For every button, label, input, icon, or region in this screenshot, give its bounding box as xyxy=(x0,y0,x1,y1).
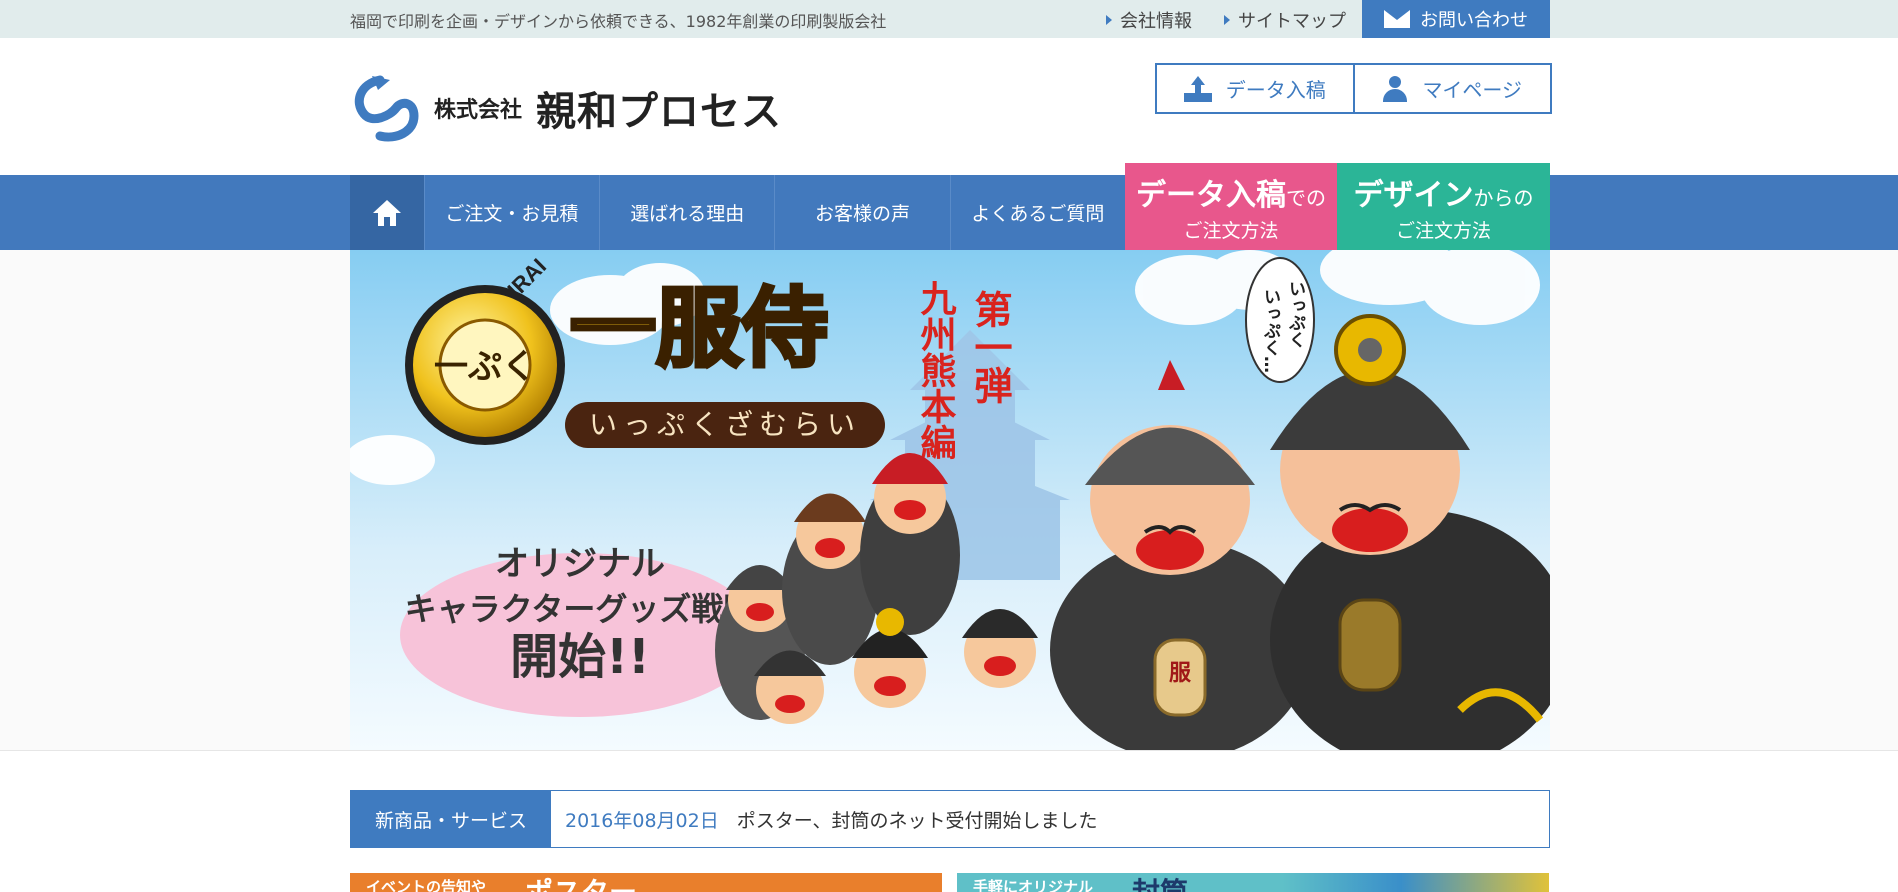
vertical-text-1: 第一弾 xyxy=(968,290,1012,404)
medallion-text: 一ぷく xyxy=(434,347,536,387)
hero-subtitle: いっぷくざむらい xyxy=(589,408,861,441)
hero-title: 一服侍 xyxy=(570,279,828,379)
user-icon xyxy=(1382,75,1408,102)
nav-item-reasons[interactable]: 選ばれる理由 xyxy=(599,175,774,250)
company-prefix: 株式会社 xyxy=(434,98,523,123)
contact-label: お問い合わせ xyxy=(1420,10,1528,31)
main-navigation: ご注文・お見積 選ばれる理由 お客様の声 よくあるご質問 xyxy=(350,175,1125,250)
speech-text-1: いっぷく xyxy=(1285,280,1307,348)
sitemap-link[interactable]: サイトマップ xyxy=(1224,7,1346,33)
bubble-line-2: キャラクターグッズ戦略 xyxy=(405,590,757,628)
nav-item-faq[interactable]: よくあるご質問 xyxy=(949,175,1125,250)
poster-banner-big: ポスター xyxy=(525,873,637,892)
promo-design-big: デザイン xyxy=(1353,178,1474,213)
data-upload-button[interactable]: データ入稿 xyxy=(1157,65,1353,112)
header-button-group: データ入稿 マイページ xyxy=(1155,63,1552,114)
promo-design-small: からの xyxy=(1473,186,1534,210)
promo-data-line2: ご注文方法 xyxy=(1183,220,1279,242)
home-icon xyxy=(372,199,401,226)
promo-design-line2: ご注文方法 xyxy=(1395,220,1491,242)
hero-banner[interactable]: RELAX SAMURAI 一ぷく 一服侍 いっぷくざむらい 第一弾 九州熊本編… xyxy=(350,250,1550,750)
promo-data-small: での xyxy=(1286,186,1326,210)
logo-mark-icon xyxy=(354,75,419,142)
bubble-line-1: オリジナル xyxy=(495,544,665,584)
nav-item-order-quote[interactable]: ご注文・お見積 xyxy=(423,175,599,250)
nav-promo-design-order[interactable]: デザインからの ご注文方法 xyxy=(1337,163,1550,250)
cup-badge-text: 服 xyxy=(1169,661,1192,686)
bubble-line-3: 開始!! xyxy=(510,629,650,685)
news-date: 2016年08月02日 xyxy=(565,809,719,832)
nav-home-button[interactable] xyxy=(350,175,424,250)
poster-banner[interactable]: イベントの告知や ポスター xyxy=(350,873,942,892)
upload-icon xyxy=(1183,75,1212,102)
envelope-banner[interactable]: 手軽にオリジナル 封筒 xyxy=(957,873,1549,892)
poster-banner-small: イベントの告知や xyxy=(366,878,487,892)
triangle-bullet-icon xyxy=(1106,15,1112,25)
data-upload-label: データ入稿 xyxy=(1225,78,1326,102)
nav-item-customer-voice[interactable]: お客様の声 xyxy=(774,175,949,250)
envelope-banner-small: 手軽にオリジナル xyxy=(973,878,1094,892)
company-logo[interactable]: 株式会社 親和プロセス xyxy=(350,72,782,144)
company-info-label: 会社情報 xyxy=(1120,11,1192,32)
contact-button[interactable]: お問い合わせ xyxy=(1362,0,1550,38)
mypage-button[interactable]: マイページ xyxy=(1352,65,1551,112)
news-bar: 新商品・サービス 2016年08月02日 ポスター、封筒のネット受付開始しました xyxy=(350,790,1550,848)
sitemap-label: サイトマップ xyxy=(1238,11,1346,32)
mypage-label: マイページ xyxy=(1422,78,1523,102)
envelope-banner-big: 封筒 xyxy=(1132,873,1188,892)
promo-data-big: データ入稿 xyxy=(1136,178,1286,213)
mail-icon xyxy=(1384,10,1410,28)
top-utility-bar xyxy=(0,0,1898,38)
nav-promo-data-order[interactable]: データ入稿での ご注文方法 xyxy=(1125,163,1337,250)
news-category-label: 新商品・サービス xyxy=(351,791,551,847)
company-info-link[interactable]: 会社情報 xyxy=(1106,7,1192,33)
site-tagline: 福岡で印刷を企画・デザインから依頼できる、1982年創業の印刷製版会社 xyxy=(350,12,887,31)
vertical-text-2: 九州熊本編 xyxy=(915,280,957,460)
company-name: 親和プロセス xyxy=(536,89,783,135)
speech-text-2: いっぷく… xyxy=(1260,288,1282,373)
news-headline-link[interactable]: ポスター、封筒のネット受付開始しました xyxy=(737,791,1098,847)
triangle-bullet-icon xyxy=(1224,15,1230,25)
